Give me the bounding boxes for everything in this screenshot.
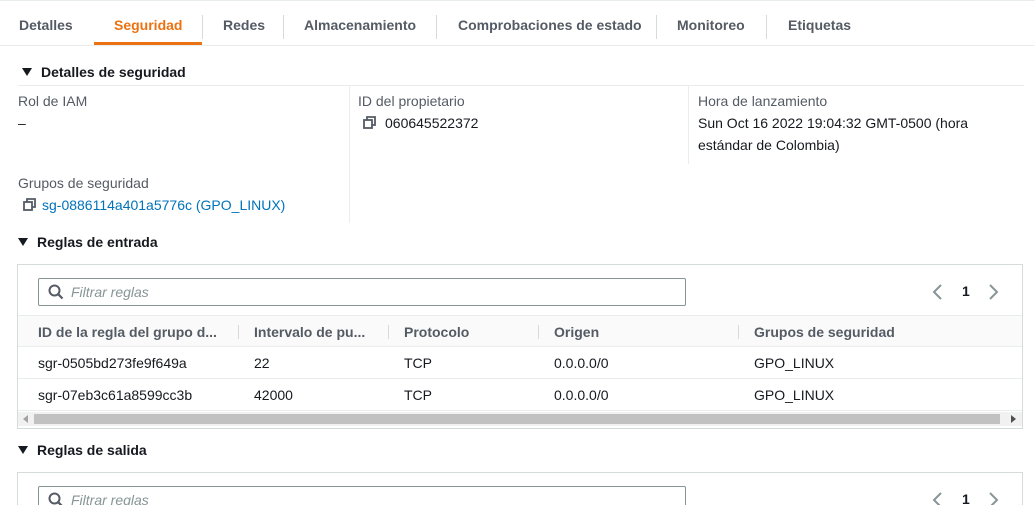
table-header: ID de la regla del grupo d... Intervalo … [18,315,1022,347]
table-cell: 22 [254,355,270,371]
search-input[interactable] [71,487,671,505]
section-title: Reglas de entrada [37,234,158,250]
copy-icon[interactable] [23,198,37,212]
caret-down-icon [22,68,32,76]
security-group-link[interactable]: sg-0886114a401a5776c (GPO_LINUX) [42,197,285,213]
table-cell: TCP [404,387,432,403]
scroll-right-arrow[interactable] [1011,415,1016,423]
search-input[interactable] [71,279,671,305]
tab-separator [656,15,657,39]
owner-id-label: ID del propietario [358,93,465,109]
tab-separator [436,15,437,39]
tab-separator [283,15,284,39]
caret-down-icon [18,238,28,246]
copy-icon[interactable] [363,116,377,130]
column-resizer[interactable] [238,325,239,339]
tab-separator [94,15,95,39]
pagination: 1 [926,278,1006,306]
table-cell: 0.0.0.0/0 [554,355,609,371]
active-tab-indicator [94,42,202,45]
tab-storage[interactable]: Almacenamiento [304,2,416,46]
detail-tabs: Detalles Seguridad Redes Almacenamiento … [0,0,1035,46]
pagination: 1 [926,486,1006,505]
chevron-left-icon[interactable] [929,283,947,301]
security-groups-label: Grupos de seguridad [18,175,149,191]
tab-security[interactable]: Seguridad [114,2,182,46]
caret-down-icon [18,446,28,454]
launch-time-value: Sun Oct 16 2022 19:04:32 GMT-0500 (hora … [698,115,969,153]
column-header-security-groups[interactable]: Grupos de seguridad [754,316,895,348]
tab-tags[interactable]: Etiquetas [788,2,851,46]
security-details-toggle[interactable]: Detalles de seguridad [22,61,186,83]
tab-separator [766,15,767,39]
column-divider [349,86,350,223]
chevron-right-icon[interactable] [984,283,1002,301]
scrollbar-thumb[interactable] [34,414,1000,424]
inbound-filter[interactable] [38,278,686,306]
chevron-right-icon[interactable] [984,491,1002,505]
outbound-rules-table: 1 [17,472,1023,505]
tab-networking[interactable]: Redes [223,2,265,46]
table-cell: 42000 [254,387,293,403]
page-number[interactable]: 1 [962,491,970,505]
column-divider [688,86,689,164]
search-icon [48,492,63,505]
column-header-source[interactable]: Origen [554,316,599,348]
iam-role-label: Rol de IAM [18,93,88,109]
section-title: Detalles de seguridad [41,64,186,80]
inbound-rules-table: 1 ID de la regla del grupo d... Interval… [17,264,1023,429]
page-number[interactable]: 1 [962,283,970,299]
table-cell: 0.0.0.0/0 [554,387,609,403]
launch-time-label: Hora de lanzamiento [698,93,828,109]
column-resizer[interactable] [538,325,539,339]
outbound-filter[interactable] [38,486,686,505]
table-row[interactable]: sgr-0505bd273fe9f649a 22 TCP 0.0.0.0/0 G… [18,347,1022,379]
search-icon [48,284,64,300]
column-header-rule-id[interactable]: ID de la regla del grupo d... [38,316,217,348]
tab-monitoring[interactable]: Monitoreo [677,2,745,46]
table-cell: sgr-07eb3c61a8599cc3b [38,387,193,403]
owner-id-value: 060645522372 [385,115,479,131]
table-cell: GPO_LINUX [754,387,835,403]
section-title: Reglas de salida [37,442,147,458]
tab-details[interactable]: Detalles [19,2,73,46]
inbound-rules-toggle[interactable]: Reglas de entrada [18,231,158,253]
table-cell: GPO_LINUX [754,355,835,371]
chevron-left-icon[interactable] [929,491,947,505]
divider [18,85,1024,86]
column-header-port-range[interactable]: Intervalo de pu... [254,316,365,348]
table-cell: TCP [404,355,432,371]
table-row[interactable]: sgr-07eb3c61a8599cc3b 42000 TCP 0.0.0.0/… [18,379,1022,411]
horizontal-scrollbar[interactable] [18,412,1022,426]
tab-separator [202,15,203,39]
column-resizer[interactable] [738,325,739,339]
scroll-left-arrow[interactable] [23,415,28,423]
column-resizer[interactable] [388,325,389,339]
tab-status-checks[interactable]: Comprobaciones de estado [458,2,642,46]
column-header-protocol[interactable]: Protocolo [404,316,469,348]
table-cell: sgr-0505bd273fe9f649a [38,355,187,371]
iam-role-value: – [18,115,26,131]
outbound-rules-toggle[interactable]: Reglas de salida [18,439,147,461]
